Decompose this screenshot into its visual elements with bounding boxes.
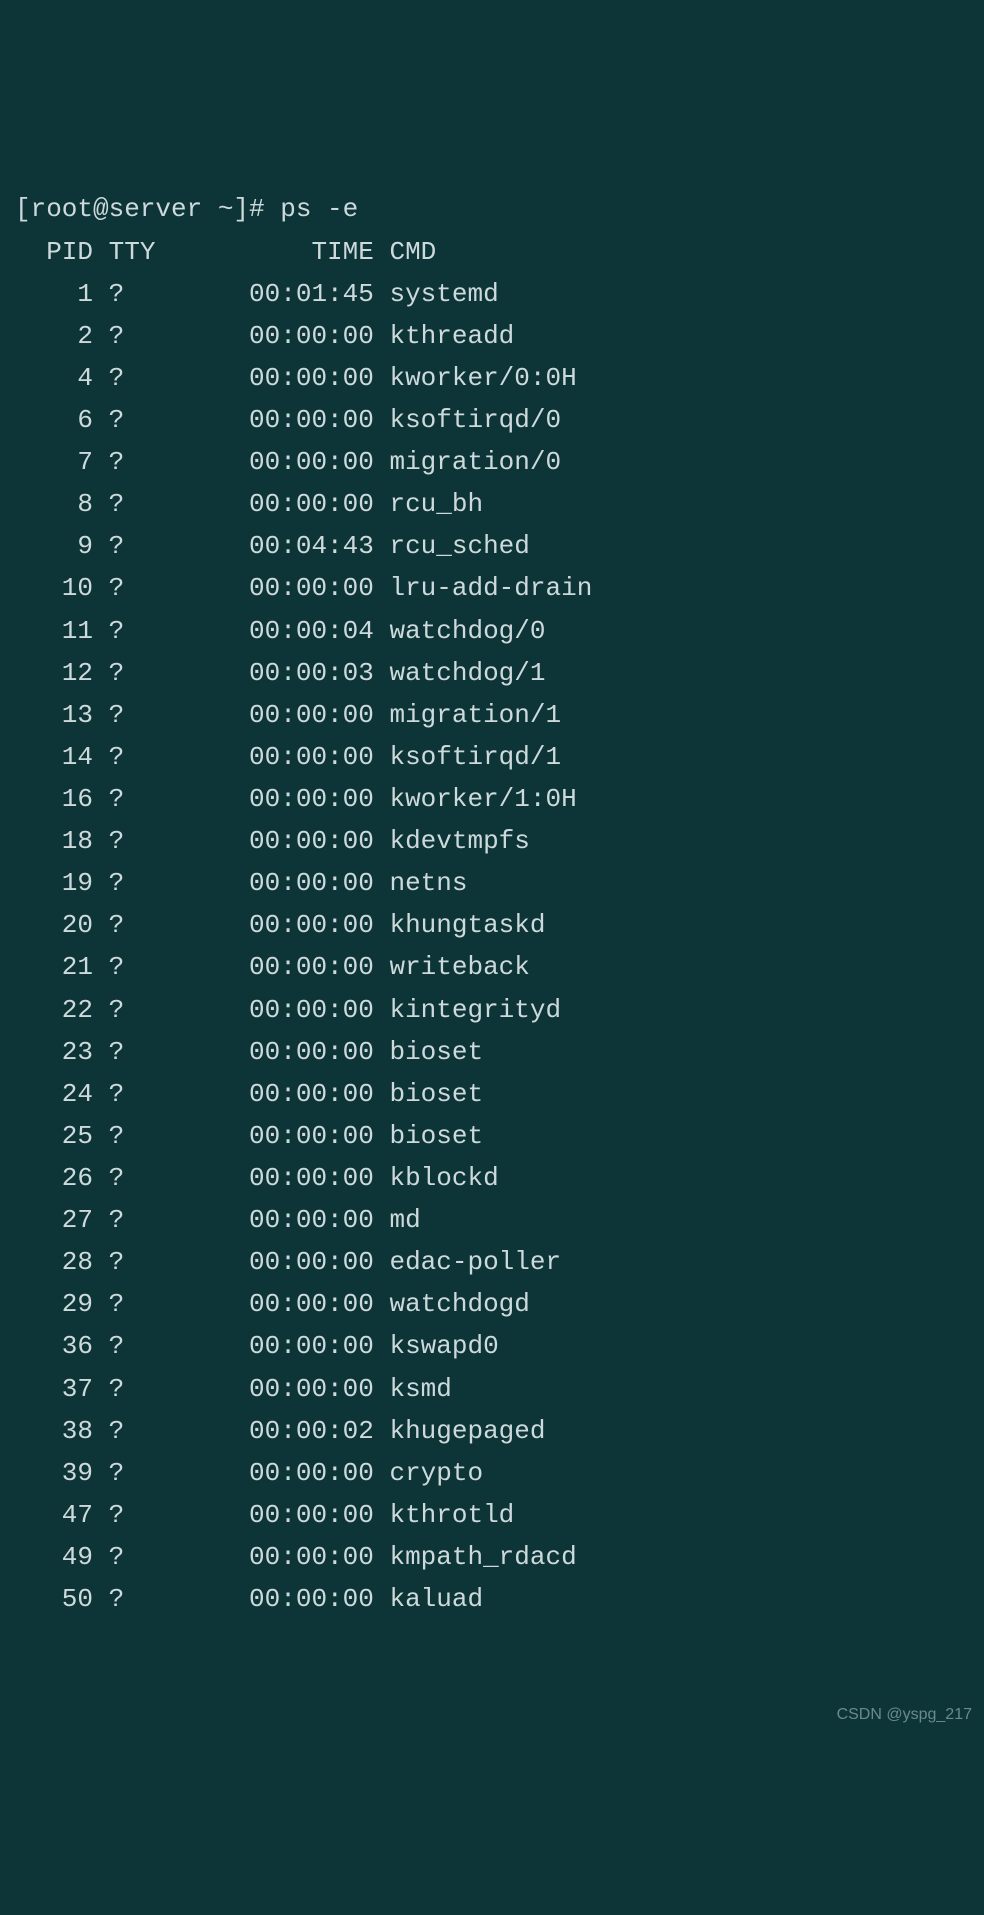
ps-row: 11 ? 00:00:04 watchdog/0 <box>15 610 969 652</box>
ps-header-row: PID TTY TIME CMD <box>15 231 969 273</box>
ps-row: 16 ? 00:00:00 kworker/1:0H <box>15 778 969 820</box>
ps-row: 14 ? 00:00:00 ksoftirqd/1 <box>15 736 969 778</box>
ps-row: 9 ? 00:04:43 rcu_sched <box>15 525 969 567</box>
ps-row: 18 ? 00:00:00 kdevtmpfs <box>15 820 969 862</box>
ps-row: 25 ? 00:00:00 bioset <box>15 1115 969 1157</box>
ps-row: 13 ? 00:00:00 migration/1 <box>15 694 969 736</box>
ps-row: 39 ? 00:00:00 crypto <box>15 1452 969 1494</box>
ps-row: 38 ? 00:00:02 khugepaged <box>15 1410 969 1452</box>
watermark-text: CSDN @yspg_217 <box>837 1702 972 1728</box>
ps-row: 24 ? 00:00:00 bioset <box>15 1073 969 1115</box>
ps-row: 29 ? 00:00:00 watchdogd <box>15 1283 969 1325</box>
ps-row: 4 ? 00:00:00 kworker/0:0H <box>15 357 969 399</box>
ps-row: 47 ? 00:00:00 kthrotld <box>15 1494 969 1536</box>
ps-row: 50 ? 00:00:00 kaluad <box>15 1578 969 1620</box>
ps-row: 7 ? 00:00:00 migration/0 <box>15 441 969 483</box>
ps-row: 28 ? 00:00:00 edac-poller <box>15 1241 969 1283</box>
ps-row: 22 ? 00:00:00 kintegrityd <box>15 989 969 1031</box>
ps-row: 12 ? 00:00:03 watchdog/1 <box>15 652 969 694</box>
ps-row: 19 ? 00:00:00 netns <box>15 862 969 904</box>
ps-row: 2 ? 00:00:00 kthreadd <box>15 315 969 357</box>
ps-row: 26 ? 00:00:00 kblockd <box>15 1157 969 1199</box>
ps-row: 10 ? 00:00:00 lru-add-drain <box>15 567 969 609</box>
ps-row: 37 ? 00:00:00 ksmd <box>15 1368 969 1410</box>
ps-row: 6 ? 00:00:00 ksoftirqd/0 <box>15 399 969 441</box>
ps-row: 49 ? 00:00:00 kmpath_rdacd <box>15 1536 969 1578</box>
prompt-line[interactable]: [root@server ~]# ps -e <box>15 188 969 230</box>
ps-row: 23 ? 00:00:00 bioset <box>15 1031 969 1073</box>
ps-row: 20 ? 00:00:00 khungtaskd <box>15 904 969 946</box>
shell-prompt: [root@server ~]# <box>15 194 280 224</box>
ps-row: 21 ? 00:00:00 writeback <box>15 946 969 988</box>
command-text: ps -e <box>280 194 358 224</box>
ps-row: 36 ? 00:00:00 kswapd0 <box>15 1325 969 1367</box>
ps-row: 1 ? 00:01:45 systemd <box>15 273 969 315</box>
ps-rows-container: 1 ? 00:01:45 systemd 2 ? 00:00:00 kthrea… <box>15 273 969 1621</box>
ps-row: 27 ? 00:00:00 md <box>15 1199 969 1241</box>
ps-row: 8 ? 00:00:00 rcu_bh <box>15 483 969 525</box>
